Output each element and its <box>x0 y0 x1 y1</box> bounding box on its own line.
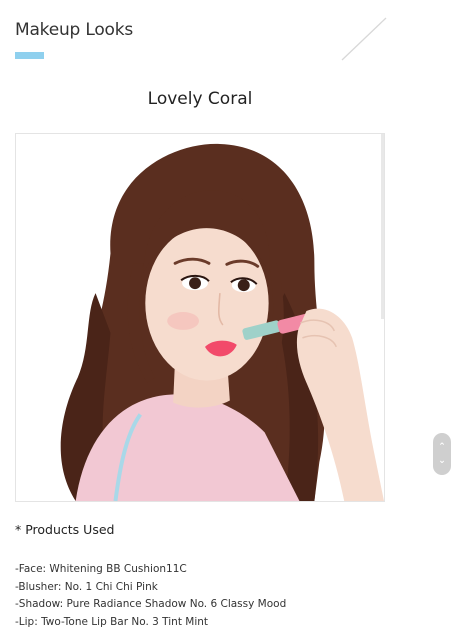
products-used-heading: * Products Used <box>15 522 115 537</box>
heading-accent-bar <box>15 52 44 59</box>
page-heading: Makeup Looks <box>15 20 134 40</box>
product-item: -Shadow: Pure Radiance Shadow No. 6 Clas… <box>15 598 287 611</box>
product-item: -Blusher: No. 1 Chi Chi Pink <box>15 580 158 593</box>
page-scrollbar[interactable] <box>381 134 384 319</box>
chevron-down-icon[interactable]: ⌄ <box>438 457 446 466</box>
chevron-up-icon[interactable]: ⌃ <box>438 443 446 452</box>
decorative-slash <box>341 17 387 61</box>
products-list: -Face: Whitening BB Cushion11C -Blusher:… <box>15 561 286 631</box>
model-portrait-image <box>16 134 384 501</box>
look-photo <box>15 133 385 502</box>
scroll-to-top-button[interactable]: ⌃ ⌄ <box>433 433 451 475</box>
product-item: -Face: Whitening BB Cushion11C <box>15 563 187 575</box>
look-title: Lovely Coral <box>147 89 253 109</box>
product-item: -Lip: Two-Tone Lip Bar No. 3 Tint Mint <box>15 615 209 628</box>
